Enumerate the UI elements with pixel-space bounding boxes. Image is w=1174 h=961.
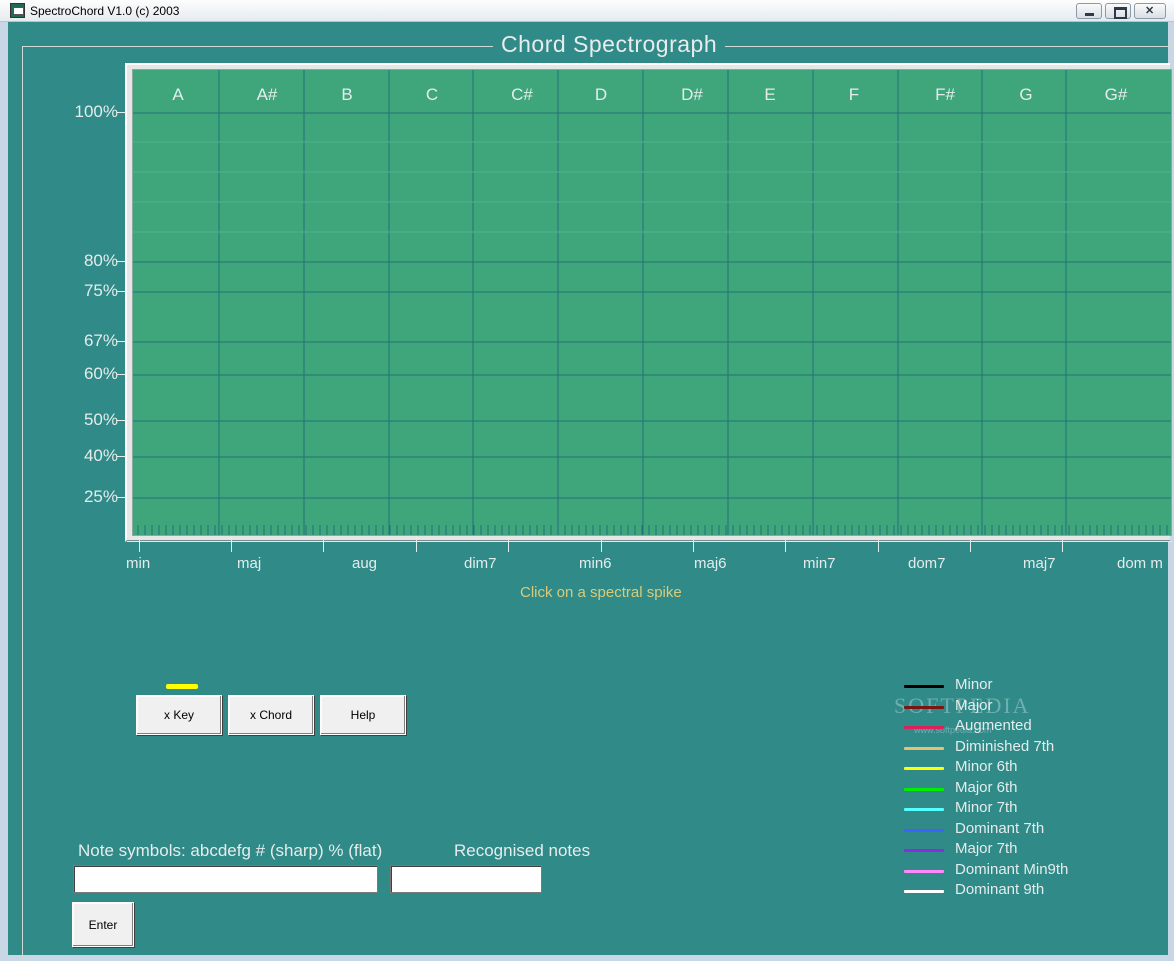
note-header: F xyxy=(849,85,859,104)
legend-swatch xyxy=(904,746,944,750)
group-title: Chord Spectrograph xyxy=(493,31,726,58)
x-axis-label: min6 xyxy=(579,555,612,572)
note-header: B xyxy=(341,85,352,104)
x-axis-tick xyxy=(323,536,324,552)
window-title: SpectroChord V1.0 (c) 2003 xyxy=(30,4,180,18)
y-axis-tick xyxy=(117,112,126,113)
note-header: C xyxy=(426,85,438,104)
x-axis-tick xyxy=(601,536,602,552)
note-header: A# xyxy=(257,85,278,104)
x-axis-label: dom m xyxy=(1117,555,1163,572)
y-axis-label: 100% xyxy=(74,102,118,121)
x-axis-tick xyxy=(508,536,509,552)
enter-button[interactable]: Enter xyxy=(72,902,134,947)
x-axis-tick xyxy=(693,536,694,552)
x-axis-tick xyxy=(1062,536,1063,552)
help-button[interactable]: Help xyxy=(320,695,406,735)
note-header: E xyxy=(764,85,775,104)
x-axis-tick xyxy=(416,536,417,552)
y-axis-label: 67% xyxy=(83,331,118,350)
title-bar[interactable]: SpectroChord V1.0 (c) 2003 xyxy=(0,0,1174,22)
y-axis-tick xyxy=(117,420,126,421)
legend-label: Major xyxy=(955,696,993,714)
legend-label: Diminished 7th xyxy=(955,737,1055,755)
y-axis-tick xyxy=(117,456,126,457)
note-input[interactable] xyxy=(73,865,378,893)
x-axis-label: dim7 xyxy=(464,555,497,572)
note-header: G# xyxy=(1105,85,1128,104)
legend-swatch xyxy=(904,685,944,688)
y-axis-tick xyxy=(117,291,126,292)
y-axis-tick xyxy=(117,374,126,375)
legend-label: Minor 6th xyxy=(955,758,1018,775)
legend-label: Dominant Min9th xyxy=(955,860,1069,878)
note-header: G xyxy=(1019,85,1032,104)
y-axis-label: 80% xyxy=(83,251,118,270)
note-header: A xyxy=(172,85,184,104)
legend-label: Minor 7th xyxy=(955,799,1018,816)
y-axis-label: 50% xyxy=(83,410,118,429)
note-header: D# xyxy=(681,85,703,104)
spectrograph-grid[interactable]: A A# B C C# D D# E F F# G G# xyxy=(133,70,1172,536)
x-axis-label: aug xyxy=(352,555,378,572)
recognised-notes-label: Recognised notes xyxy=(454,841,591,860)
legend-swatch xyxy=(904,849,944,852)
x-axis-label: min xyxy=(126,555,151,572)
note-header: C# xyxy=(511,85,533,104)
close-button[interactable] xyxy=(1134,3,1166,19)
x-axis-tick xyxy=(139,536,140,552)
x-axis-label: maj7 xyxy=(1023,555,1056,572)
maximize-button[interactable] xyxy=(1105,3,1131,19)
y-axis-tick xyxy=(117,341,126,342)
legend-swatch xyxy=(904,767,944,770)
legend-label: Dominant 7th xyxy=(955,819,1045,837)
y-axis-tick xyxy=(117,261,126,262)
y-axis-tick xyxy=(117,497,126,498)
recognised-notes-field[interactable] xyxy=(390,865,542,893)
x-axis-line xyxy=(127,541,1172,542)
legend-swatch xyxy=(904,869,944,873)
app-icon[interactable] xyxy=(10,3,25,18)
legend-swatch xyxy=(904,890,944,893)
y-axis-label: 40% xyxy=(83,446,118,465)
x-axis-label: min7 xyxy=(803,555,836,572)
minimize-button[interactable] xyxy=(1076,3,1102,19)
x-chord-button[interactable]: x Chord xyxy=(228,695,314,735)
legend-swatch xyxy=(904,705,944,709)
x-axis-label: dom7 xyxy=(908,555,946,572)
note-header: F# xyxy=(935,85,955,104)
y-axis-label: 25% xyxy=(83,487,118,506)
legend-label: Augmented xyxy=(955,717,1032,734)
legend-label: Major 7th xyxy=(955,840,1018,857)
window-border-left xyxy=(0,22,8,961)
x-axis-tick xyxy=(878,536,879,552)
spectrograph-panel[interactable]: A A# B C C# D D# E F F# G G# xyxy=(132,69,1172,536)
hint-text: Click on a spectral spike xyxy=(520,584,682,601)
note-header: D xyxy=(595,85,607,104)
legend-swatch xyxy=(904,828,944,832)
x-axis-tick xyxy=(970,536,971,552)
note-symbols-label: Note symbols: abcdefg # (sharp) % (flat) xyxy=(78,841,383,860)
y-axis-label: 75% xyxy=(83,281,118,300)
x-axis-label: maj xyxy=(237,555,262,572)
y-axis-label: 60% xyxy=(83,364,118,383)
x-axis-tick xyxy=(785,536,786,552)
legend-label: Major 6th xyxy=(955,778,1018,796)
x-axis-tick xyxy=(231,536,232,552)
legend-swatch xyxy=(904,726,944,729)
legend-label: Minor xyxy=(955,676,993,693)
x-axis-label: maj6 xyxy=(694,555,727,572)
legend-label: Dominant 9th xyxy=(955,881,1045,898)
legend-swatch xyxy=(904,808,944,811)
x-key-button[interactable]: x Key xyxy=(136,695,222,735)
legend-swatch xyxy=(904,787,944,791)
key-indicator xyxy=(166,684,198,689)
